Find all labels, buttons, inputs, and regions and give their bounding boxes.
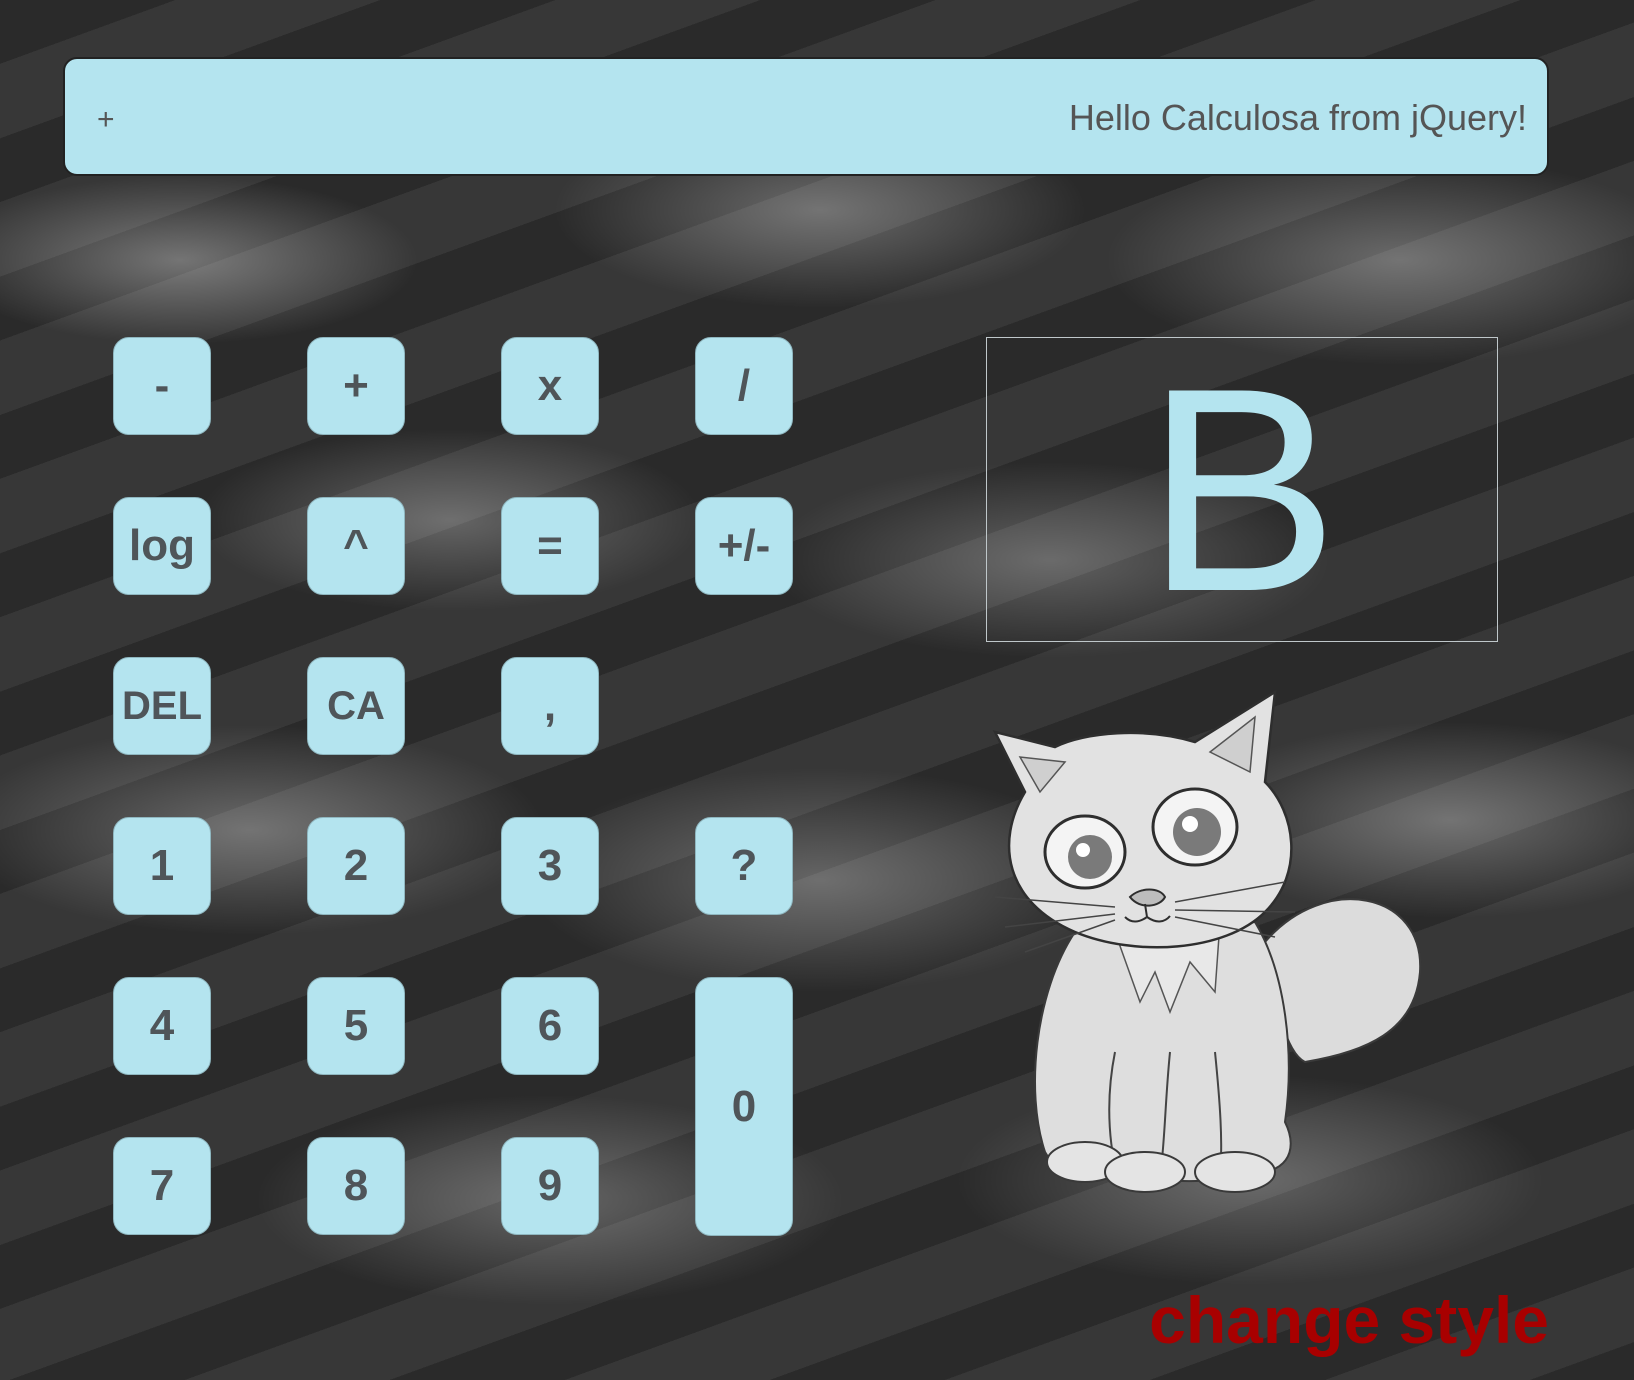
operator-indicator: + (97, 103, 115, 136)
calculator-display: + Hello Calculosa from jQuery! (63, 57, 1549, 176)
plus-button[interactable]: + (307, 337, 405, 435)
digit-7-button[interactable]: 7 (113, 1137, 211, 1235)
digit-3-button[interactable]: 3 (501, 817, 599, 915)
change-style-link[interactable]: change style (1149, 1282, 1549, 1358)
digit-5-button[interactable]: 5 (307, 977, 405, 1075)
delete-button[interactable]: DEL (113, 657, 211, 755)
log-button[interactable]: log (113, 497, 211, 595)
digit-9-button[interactable]: 9 (501, 1137, 599, 1235)
kitten-illustration (992, 689, 1422, 1193)
comma-button[interactable]: , (501, 657, 599, 755)
minus-button[interactable]: - (113, 337, 211, 435)
letter-display: B (1145, 327, 1339, 652)
display-message: Hello Calculosa from jQuery! (1068, 97, 1527, 138)
digit-6-button[interactable]: 6 (501, 977, 599, 1075)
digit-4-button[interactable]: 4 (113, 977, 211, 1075)
power-button[interactable]: ^ (307, 497, 405, 595)
help-button[interactable]: ? (695, 817, 793, 915)
equals-button[interactable]: = (501, 497, 599, 595)
divide-button[interactable]: / (695, 337, 793, 435)
negate-button[interactable]: +/- (695, 497, 793, 595)
clear-all-button[interactable]: CA (307, 657, 405, 755)
digit-8-button[interactable]: 8 (307, 1137, 405, 1235)
multiply-button[interactable]: x (501, 337, 599, 435)
letter-display-box: B (986, 337, 1498, 642)
digit-0-button[interactable]: 0 (695, 977, 793, 1236)
digit-1-button[interactable]: 1 (113, 817, 211, 915)
digit-2-button[interactable]: 2 (307, 817, 405, 915)
